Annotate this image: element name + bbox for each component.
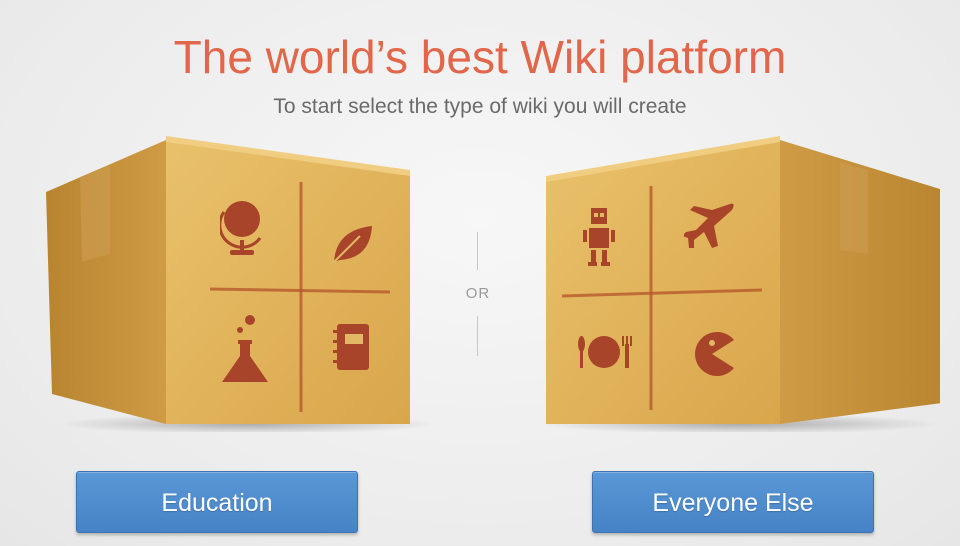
pacman-icon [695,332,734,376]
or-label: OR [465,285,491,302]
divider-line-top [477,232,478,270]
notebook-icon [333,324,369,370]
plate-cutlery-icon [578,336,632,368]
page-subtitle: To start select the type of wiki you wil… [273,95,687,118]
robot-icon [583,208,615,266]
page-title: The world’s best Wiki platform [173,31,787,83]
airplane-icon [684,203,734,248]
landing-page: The world’s best Wiki platform To start … [0,0,960,546]
everyone-else-box[interactable] [540,132,950,437]
everyone-else-button[interactable]: Everyone Else [592,471,874,533]
divider-line-bottom [477,316,478,356]
flask-icon [222,315,268,382]
education-button[interactable]: Education [76,471,358,533]
education-box[interactable] [38,132,438,437]
or-separator: OR [458,232,498,356]
leaf-icon [331,226,372,265]
globe-icon [220,201,262,255]
